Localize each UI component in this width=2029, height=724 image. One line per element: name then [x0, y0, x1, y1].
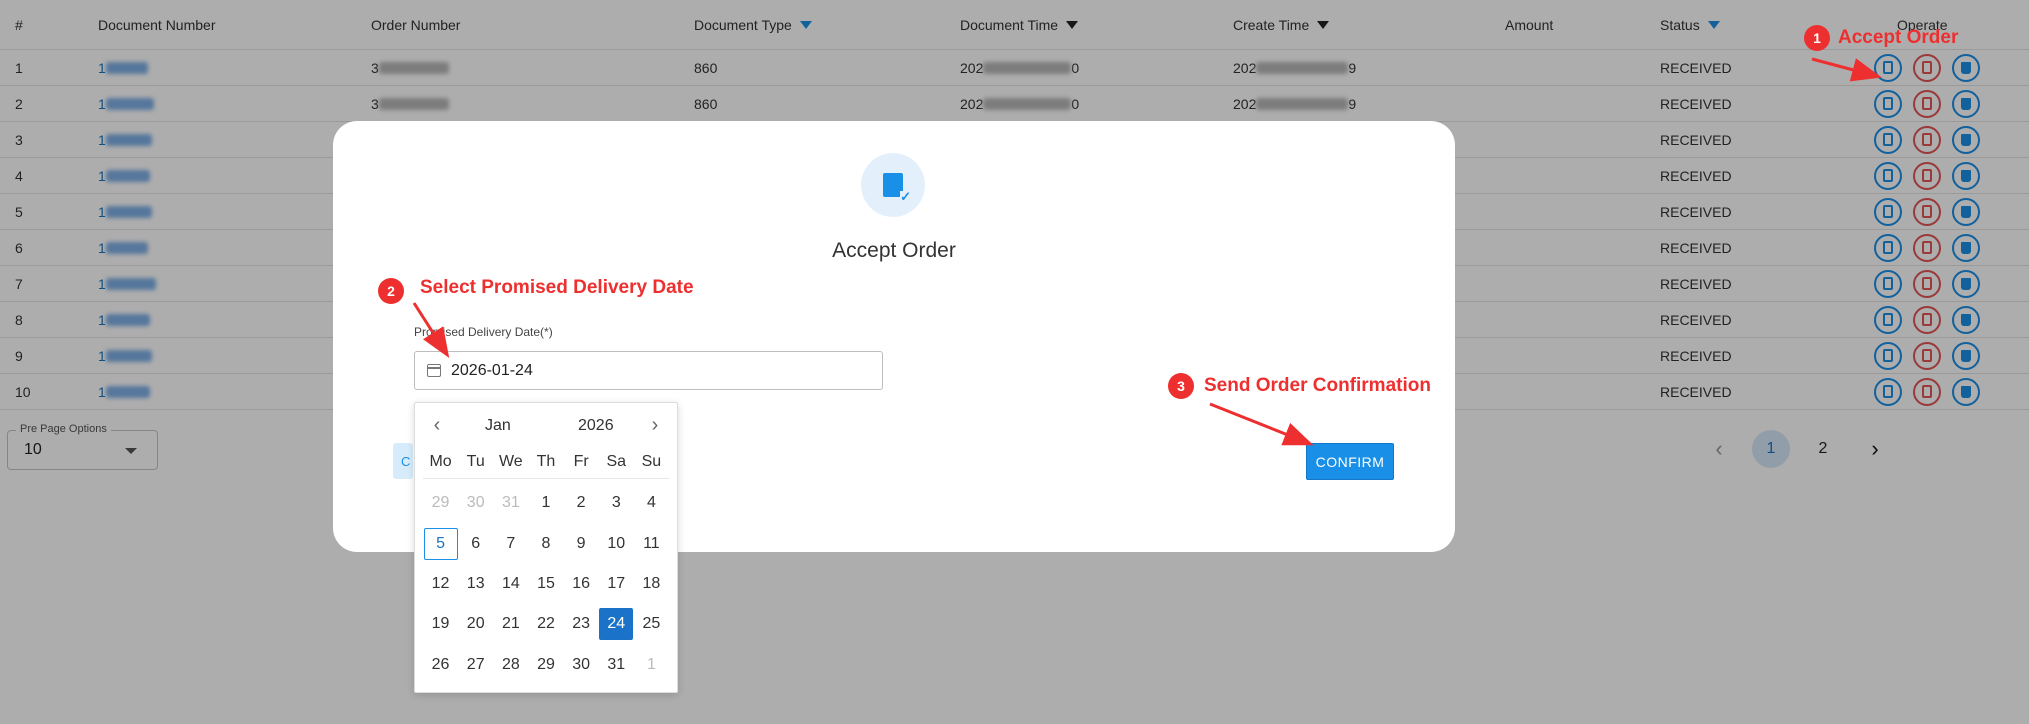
annotation-text-2: Select Promised Delivery Date	[420, 277, 694, 298]
annotation-badge-2: 2	[378, 278, 404, 304]
annotation-badge-3: 3	[1168, 373, 1194, 399]
arrow-2	[412, 302, 450, 359]
annotation-text-1: Accept Order	[1838, 27, 1959, 48]
annotation-arrows	[412, 57, 1882, 446]
annotation-text-3: Send Order Confirmation	[1204, 375, 1431, 396]
annotation-badge-1: 1	[1804, 25, 1830, 51]
arrow-3	[1209, 402, 1314, 446]
arrow-1	[1811, 57, 1882, 82]
